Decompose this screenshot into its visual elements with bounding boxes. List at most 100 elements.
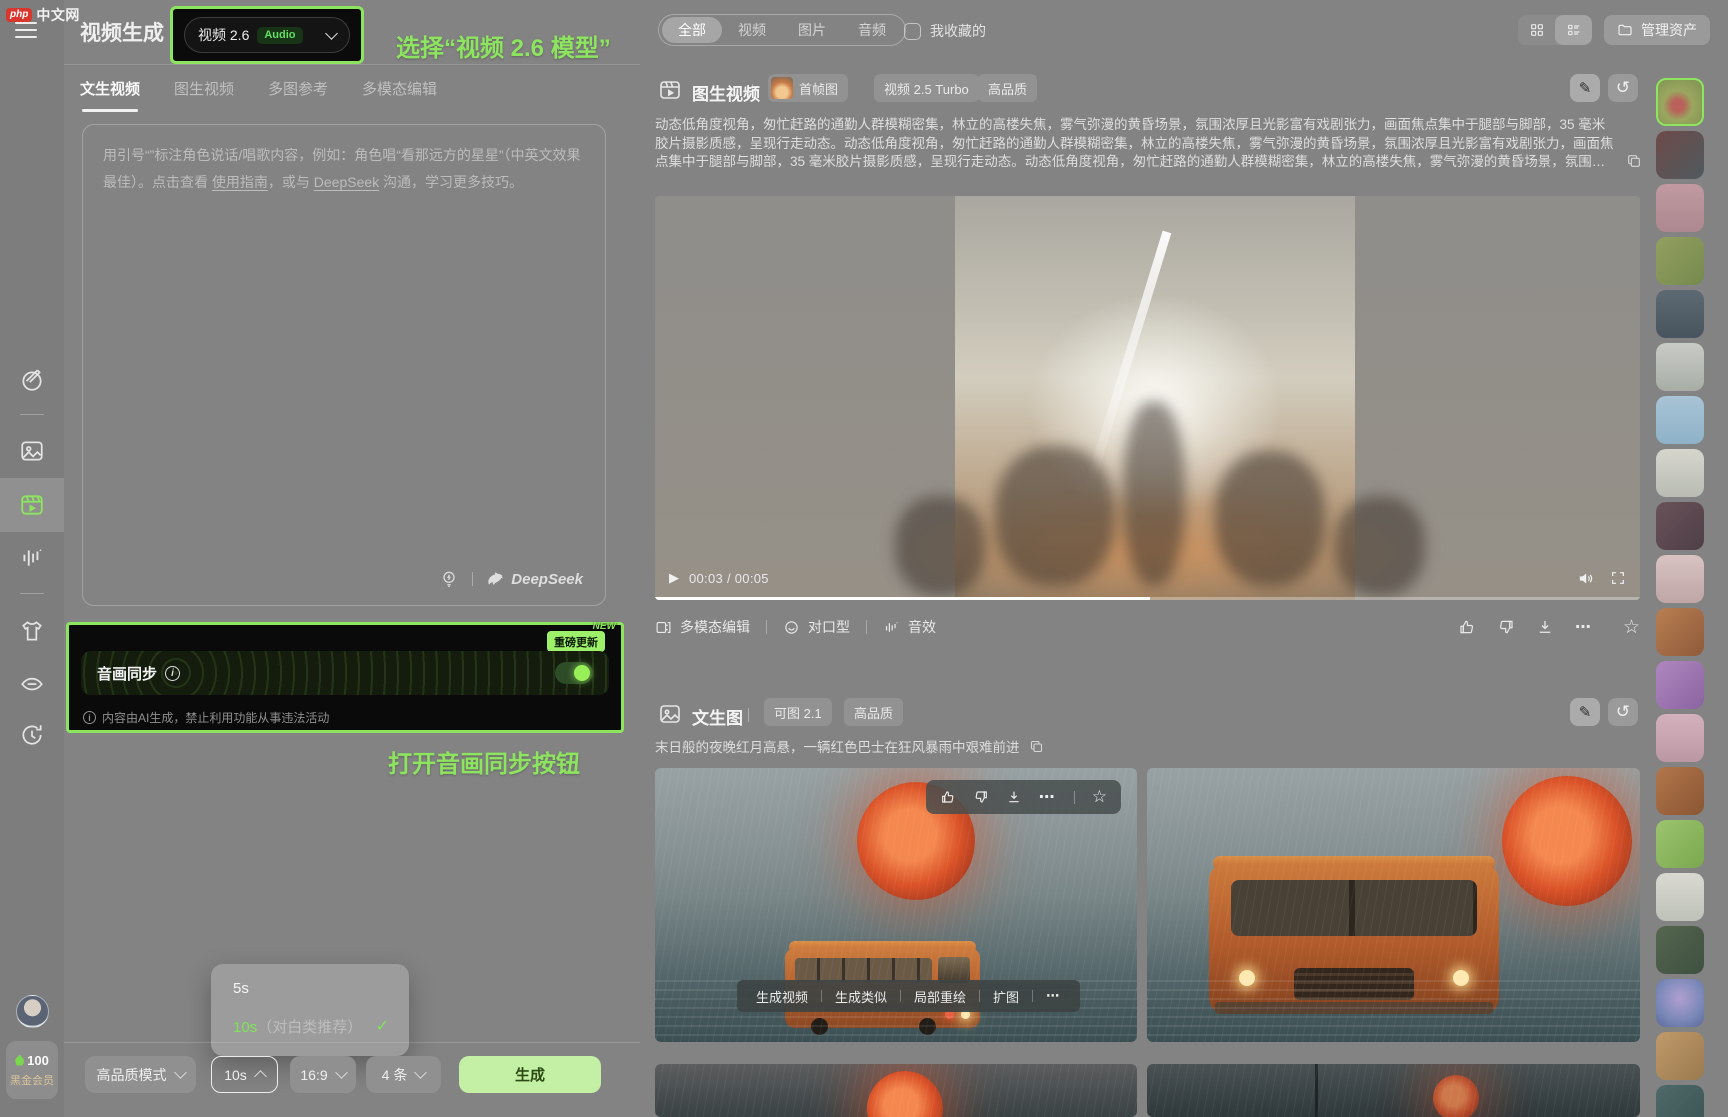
regenerate-button[interactable]: ↺ bbox=[1608, 698, 1638, 726]
draw-tool-icon[interactable] bbox=[19, 367, 45, 393]
copy-icon[interactable] bbox=[1626, 153, 1642, 169]
generate-button[interactable]: 生成 bbox=[459, 1056, 601, 1093]
deepseek-link[interactable]: DeepSeek bbox=[314, 174, 379, 190]
generate-video-action[interactable]: 生成视频 bbox=[743, 987, 821, 1006]
copy-icon[interactable] bbox=[1029, 739, 1044, 754]
action-separator bbox=[866, 620, 867, 634]
audio-tool-icon[interactable] bbox=[19, 545, 45, 571]
duration-select[interactable]: 10s bbox=[211, 1056, 278, 1093]
history-thumbnail[interactable] bbox=[1656, 502, 1704, 550]
generate-similar-action[interactable]: 生成类似 bbox=[822, 987, 900, 1006]
more-icon[interactable]: ⋯ bbox=[1039, 787, 1057, 807]
count-select[interactable]: 4 条 bbox=[366, 1056, 441, 1093]
history-thumbnail[interactable] bbox=[1656, 449, 1704, 497]
multimodal-edit-button[interactable]: 多模态编辑 bbox=[655, 617, 750, 637]
membership-badge[interactable]: 100 黑金会员 bbox=[6, 1041, 58, 1099]
favorite-star-icon[interactable]: ☆ bbox=[1623, 616, 1640, 639]
outpaint-action[interactable]: 扩图 bbox=[980, 987, 1032, 1006]
play-icon[interactable]: ▶ bbox=[669, 570, 679, 586]
video-tool-icon[interactable] bbox=[19, 492, 45, 518]
history-thumbnail[interactable] bbox=[1656, 555, 1704, 603]
filter-video[interactable]: 视频 bbox=[722, 17, 782, 43]
tab-text-to-video[interactable]: 文生视频 bbox=[80, 78, 140, 112]
history-thumbnail[interactable] bbox=[1656, 820, 1704, 868]
more-icon[interactable]: ⋯ bbox=[1033, 988, 1074, 1004]
history-tool-icon[interactable] bbox=[19, 722, 45, 748]
favorite-star-icon[interactable]: ☆ bbox=[1092, 787, 1107, 807]
download-icon[interactable] bbox=[1006, 789, 1022, 805]
duration-option-5s[interactable]: 5s bbox=[233, 980, 249, 997]
history-thumbnail[interactable] bbox=[1656, 873, 1704, 921]
generated-image-card-1[interactable]: ⋯ ☆ 生成视频 生成类似 局部重绘 扩图 ⋯ bbox=[655, 768, 1137, 1042]
tab-image-to-video[interactable]: 图生视频 bbox=[174, 78, 234, 112]
image-quality-pill[interactable]: 高品质 bbox=[844, 698, 903, 726]
fullscreen-icon[interactable] bbox=[1610, 570, 1626, 586]
edit-pencil-button[interactable]: ✎ bbox=[1570, 698, 1600, 726]
tab-multimodal-edit[interactable]: 多模态编辑 bbox=[362, 78, 437, 112]
inspiration-bulb-icon[interactable] bbox=[439, 569, 459, 589]
lip-sync-button[interactable]: 对口型 bbox=[783, 617, 850, 637]
lips-tool-icon[interactable] bbox=[19, 670, 45, 696]
history-thumbnail[interactable] bbox=[1656, 608, 1704, 656]
prompt-textarea[interactable]: 用引号“”标注角色说话/唱歌内容，例如：角色唱“看那远方的星星”（中英文效果最佳… bbox=[82, 124, 606, 606]
checkbox-icon[interactable] bbox=[904, 23, 921, 40]
sound-effect-button[interactable]: 音效 bbox=[883, 617, 936, 637]
text-to-image-icon bbox=[658, 702, 682, 726]
tab-multi-ref[interactable]: 多图参考 bbox=[268, 78, 328, 112]
generated-image-card-2[interactable] bbox=[1147, 768, 1640, 1042]
manage-assets-button[interactable]: 管理资产 bbox=[1604, 15, 1710, 45]
ratio-select[interactable]: 16:9 bbox=[290, 1056, 356, 1093]
avatar[interactable] bbox=[16, 995, 49, 1028]
image-model-pill[interactable]: 可图 2.1 bbox=[764, 698, 832, 726]
list-view-icon[interactable] bbox=[1555, 15, 1592, 45]
history-thumbnail[interactable] bbox=[1656, 343, 1704, 391]
sync-toggle[interactable] bbox=[555, 662, 593, 684]
inpaint-action[interactable]: 局部重绘 bbox=[901, 987, 979, 1006]
generated-image-card-3[interactable] bbox=[655, 1064, 1137, 1117]
guide-link[interactable]: 使用指南 bbox=[212, 174, 268, 190]
model-selector[interactable]: 视频 2.6 Audio bbox=[184, 17, 350, 53]
duration-option-10s[interactable]: 10s（对白类推荐） bbox=[233, 1016, 362, 1037]
progress-bar[interactable] bbox=[655, 597, 1640, 601]
filter-all[interactable]: 全部 bbox=[662, 17, 722, 43]
history-thumbnail[interactable] bbox=[1656, 131, 1704, 179]
more-icon[interactable]: ⋯ bbox=[1575, 617, 1593, 637]
quality-select[interactable]: 高品质模式 bbox=[85, 1056, 196, 1093]
history-thumbnail[interactable] bbox=[1656, 237, 1704, 285]
clothes-tool-icon[interactable] bbox=[19, 618, 45, 644]
history-thumbnail[interactable] bbox=[1656, 979, 1704, 1027]
filter-audio[interactable]: 音频 bbox=[842, 17, 902, 43]
thumbs-up-icon[interactable] bbox=[940, 789, 956, 805]
history-thumbnail[interactable] bbox=[1656, 78, 1704, 126]
video-model-pill[interactable]: 视频 2.5 Turbo bbox=[874, 74, 979, 102]
video-player[interactable]: ▶ 00:03 / 00:05 bbox=[655, 196, 1640, 600]
first-frame-pill[interactable]: 首帧图 bbox=[768, 74, 848, 102]
history-thumbnail[interactable] bbox=[1656, 1085, 1704, 1117]
brand-logo[interactable]: php 中文网 bbox=[6, 5, 80, 25]
thumbs-down-icon[interactable] bbox=[973, 789, 989, 805]
history-thumbnail[interactable] bbox=[1656, 396, 1704, 444]
history-thumbnail[interactable] bbox=[1656, 1032, 1704, 1080]
regenerate-button[interactable]: ↺ bbox=[1608, 74, 1638, 102]
thumbs-down-icon[interactable] bbox=[1497, 618, 1515, 636]
generated-image-card-4[interactable] bbox=[1147, 1064, 1640, 1117]
filter-image[interactable]: 图片 bbox=[782, 17, 842, 43]
history-thumbnail[interactable] bbox=[1656, 184, 1704, 232]
edit-pencil-button[interactable]: ✎ bbox=[1570, 74, 1600, 102]
annotation-sync-tip: 打开音画同步按钮 bbox=[388, 744, 580, 779]
toggle-knob bbox=[574, 665, 590, 681]
video-quality-pill[interactable]: 高品质 bbox=[978, 74, 1037, 102]
thumbs-up-icon[interactable] bbox=[1458, 618, 1476, 636]
history-thumbnail[interactable] bbox=[1656, 661, 1704, 709]
grid-view-icon[interactable] bbox=[1518, 15, 1555, 45]
download-icon[interactable] bbox=[1536, 618, 1554, 636]
history-thumbnail[interactable] bbox=[1656, 290, 1704, 338]
info-icon[interactable]: i bbox=[165, 666, 180, 681]
volume-icon[interactable] bbox=[1577, 570, 1594, 587]
deepseek-brand[interactable]: DeepSeek bbox=[486, 570, 583, 589]
history-thumbnail[interactable] bbox=[1656, 714, 1704, 762]
history-thumbnail[interactable] bbox=[1656, 767, 1704, 815]
history-thumbnail[interactable] bbox=[1656, 926, 1704, 974]
image-tool-icon[interactable] bbox=[19, 438, 45, 464]
favorites-checkbox[interactable]: 我收藏的 bbox=[904, 21, 986, 41]
